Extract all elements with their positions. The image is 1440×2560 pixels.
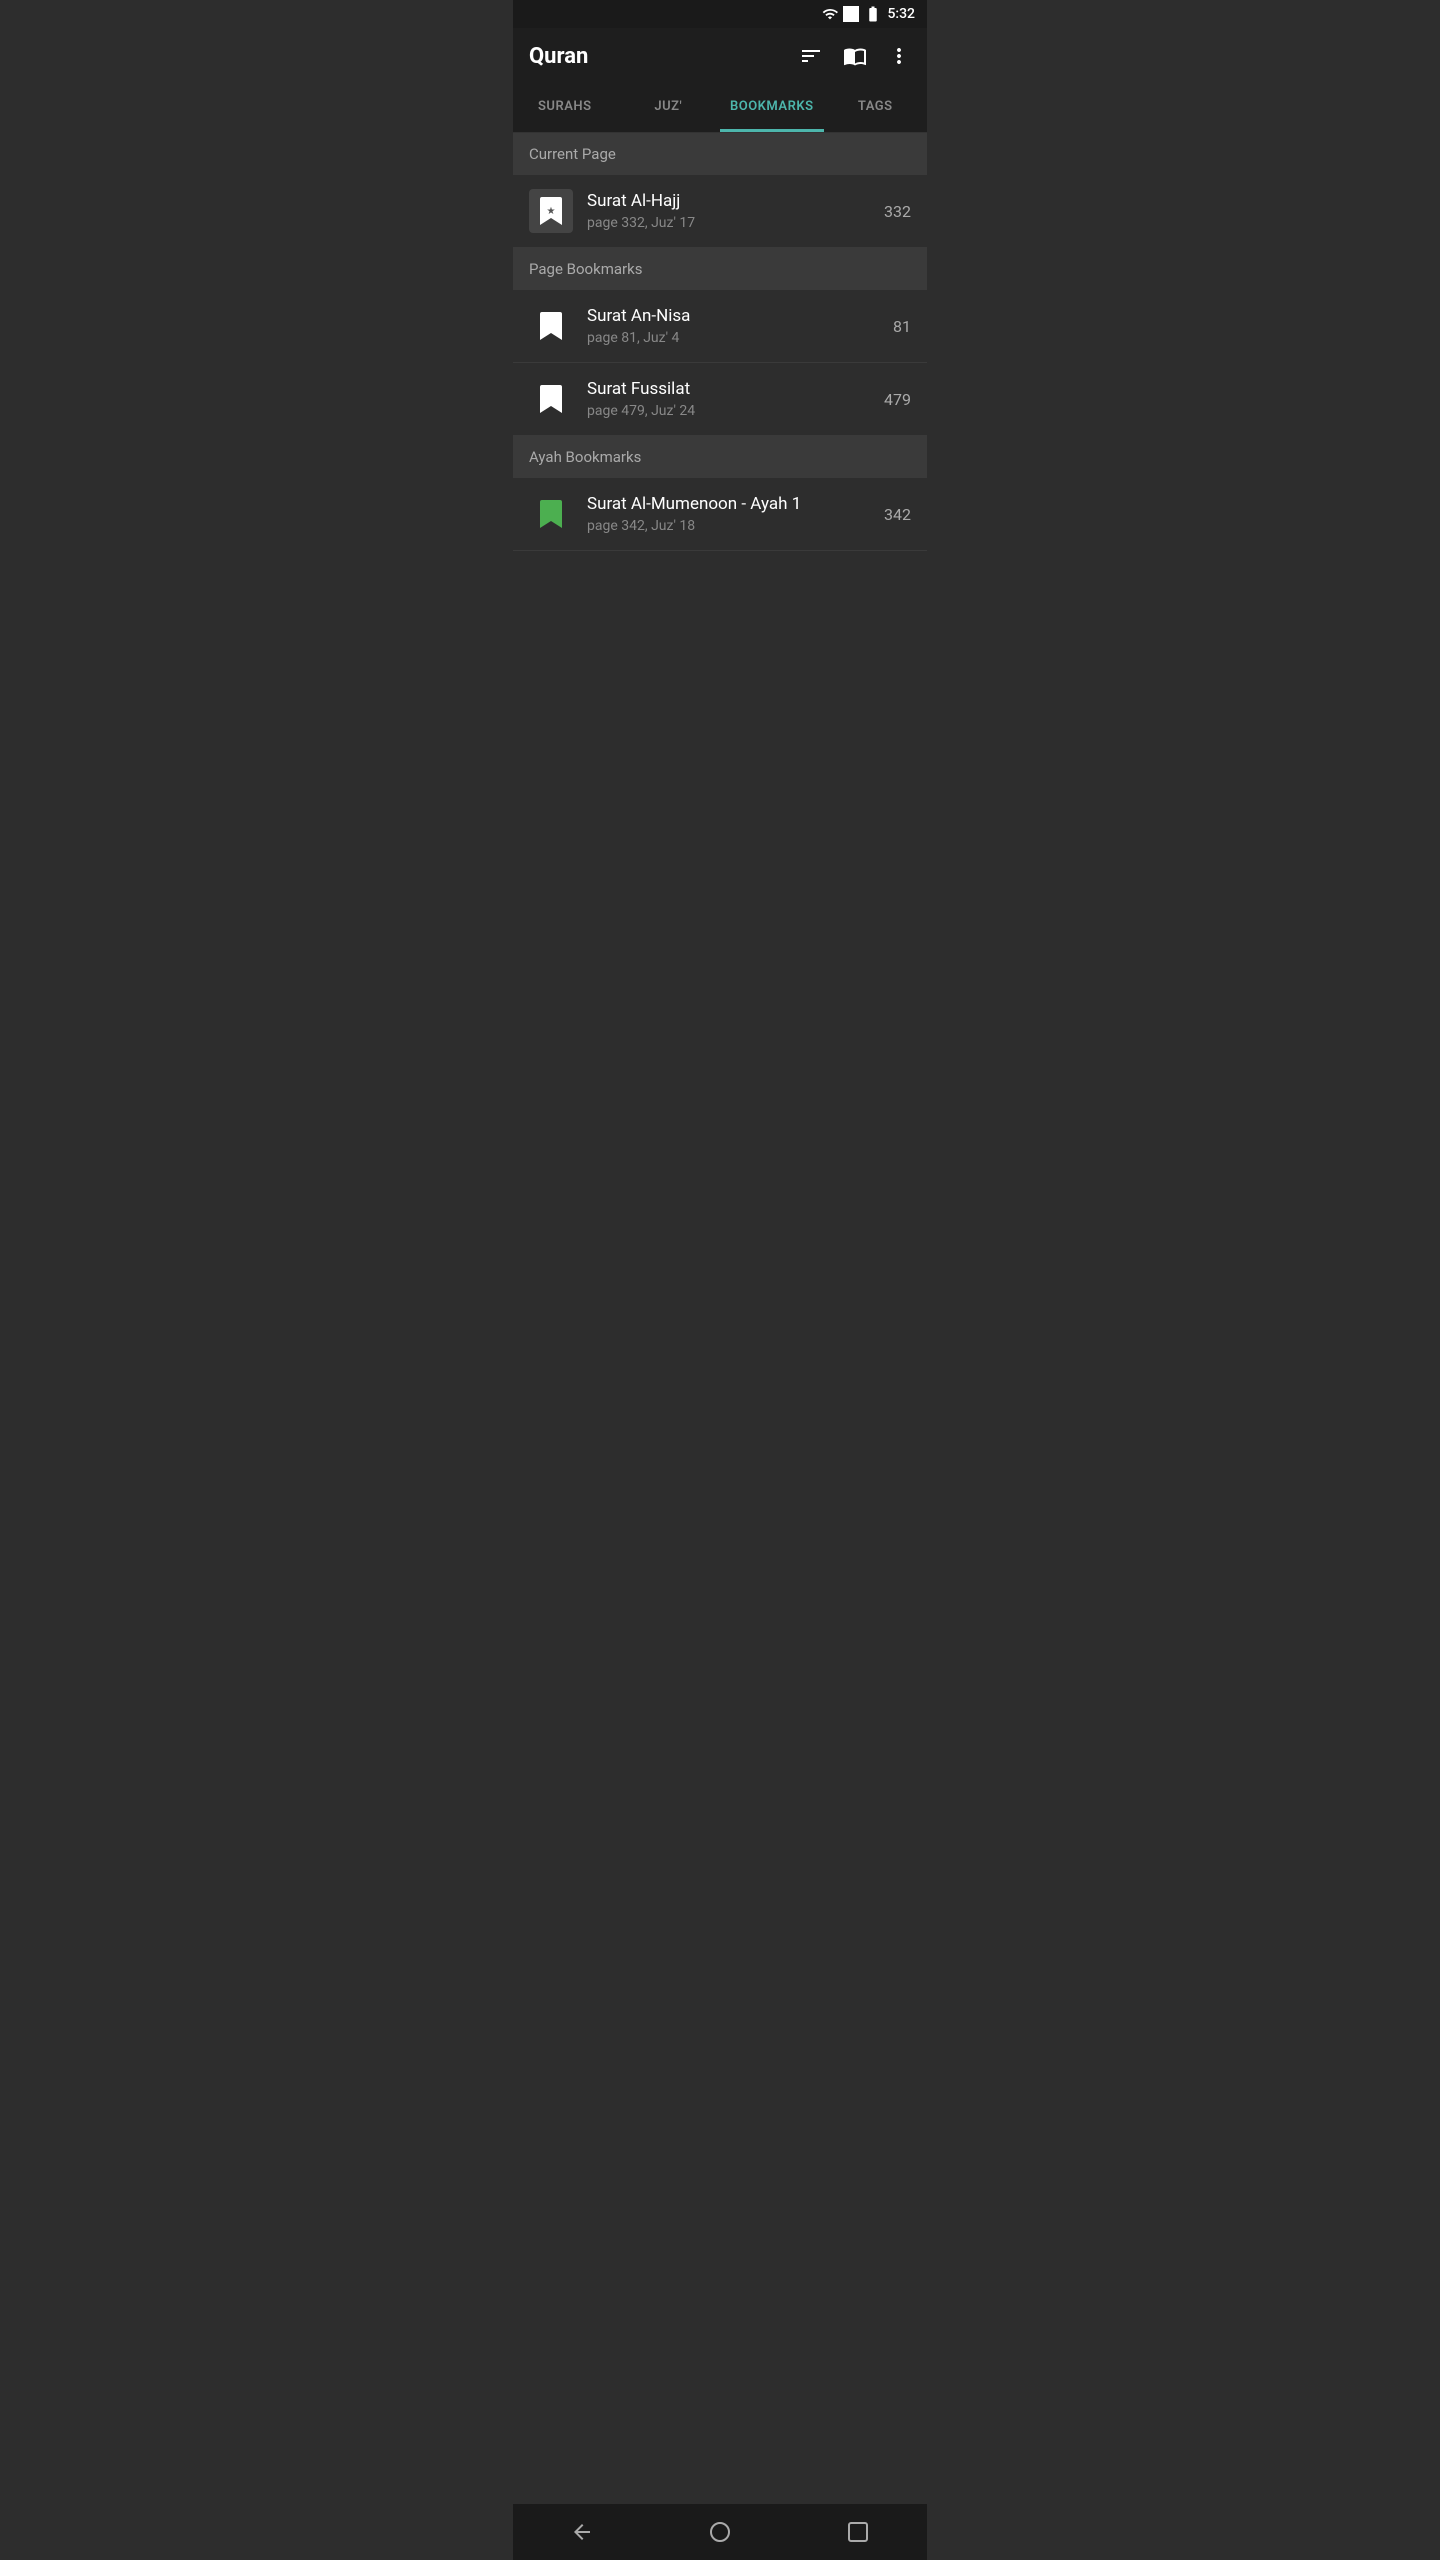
item-info-al-mumenoon: Surat Al-Mumenoon - Ayah 1 page 342, Juz…	[587, 494, 884, 534]
item-title-al-mumenoon: Surat Al-Mumenoon - Ayah 1	[587, 494, 884, 514]
nav-recents-button[interactable]	[838, 2512, 878, 2552]
item-info-al-hajj: Surat Al-Hajj page 332, Juz' 17	[587, 191, 884, 231]
item-page-an-nisa: 81	[893, 317, 911, 336]
back-icon	[570, 2520, 594, 2544]
item-subtitle-an-nisa: page 81, Juz' 4	[587, 330, 893, 346]
status-time: 5:32	[887, 6, 915, 22]
item-page-al-hajj: 332	[884, 202, 911, 221]
bookmark-icon-al-hajj: ★	[529, 189, 573, 233]
item-title-fussilat: Surat Fussilat	[587, 379, 884, 399]
item-page-al-mumenoon: 342	[884, 505, 911, 524]
status-bar: 5:32	[513, 0, 927, 28]
item-page-fussilat: 479	[884, 390, 911, 409]
item-subtitle-al-hajj: page 332, Juz' 17	[587, 215, 884, 231]
filter-icon[interactable]	[799, 44, 823, 68]
item-subtitle-al-mumenoon: page 342, Juz' 18	[587, 518, 884, 534]
tab-surahs[interactable]: SURAHS	[513, 84, 617, 132]
wifi-icon	[822, 6, 838, 22]
tab-bar: SURAHS JUZ' BOOKMARKS TAGS	[513, 84, 927, 133]
app-bar-actions	[799, 44, 911, 68]
nav-home-button[interactable]	[700, 2512, 740, 2552]
bookmark-icon-fussilat	[529, 377, 573, 421]
item-title-al-hajj: Surat Al-Hajj	[587, 191, 884, 211]
tab-tags[interactable]: TAGS	[824, 84, 928, 132]
status-icons: 5:32	[822, 5, 915, 23]
section-header-current-page: Current Page	[513, 133, 927, 175]
svg-text:★: ★	[547, 206, 556, 217]
content-area: Current Page ★ Surat Al-Hajj page 332, J…	[513, 133, 927, 607]
nav-bar	[513, 2504, 927, 2560]
bookmark-white-icon	[540, 312, 562, 340]
nav-back-button[interactable]	[562, 2512, 602, 2552]
list-item-surat-al-mumenoon[interactable]: Surat Al-Mumenoon - Ayah 1 page 342, Juz…	[513, 478, 927, 551]
bookmark-icon-an-nisa	[529, 304, 573, 348]
list-item-surat-fussilat[interactable]: Surat Fussilat page 479, Juz' 24 479	[513, 363, 927, 436]
bookmark-green-icon	[540, 500, 562, 528]
list-item-surat-an-nisa[interactable]: Surat An-Nisa page 81, Juz' 4 81	[513, 290, 927, 363]
app-bar: Quran	[513, 28, 927, 84]
tab-juz[interactable]: JUZ'	[617, 84, 721, 132]
bookmark-icon-al-mumenoon	[529, 492, 573, 536]
book-icon[interactable]	[843, 44, 867, 68]
section-header-ayah-bookmarks: Ayah Bookmarks	[513, 436, 927, 478]
signal-icon	[843, 6, 859, 22]
app-title: Quran	[529, 44, 588, 69]
bookmark-white-icon-2	[540, 385, 562, 413]
item-subtitle-fussilat: page 479, Juz' 24	[587, 403, 884, 419]
more-vertical-icon[interactable]	[887, 44, 911, 68]
tab-bookmarks[interactable]: BOOKMARKS	[720, 84, 824, 132]
bookmark-star-icon: ★	[540, 197, 562, 225]
item-info-fussilat: Surat Fussilat page 479, Juz' 24	[587, 379, 884, 419]
home-circle-icon	[708, 2520, 732, 2544]
item-info-an-nisa: Surat An-Nisa page 81, Juz' 4	[587, 306, 893, 346]
item-title-an-nisa: Surat An-Nisa	[587, 306, 893, 326]
battery-icon	[864, 5, 882, 23]
recents-square-icon	[846, 2520, 870, 2544]
list-item-surat-al-hajj[interactable]: ★ Surat Al-Hajj page 332, Juz' 17 332	[513, 175, 927, 248]
section-header-page-bookmarks: Page Bookmarks	[513, 248, 927, 290]
